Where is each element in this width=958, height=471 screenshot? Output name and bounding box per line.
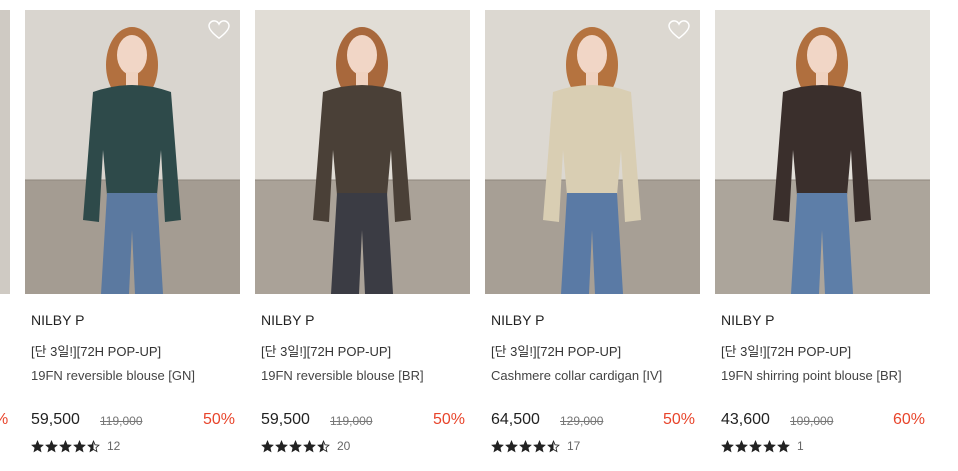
rating-stars: 12 (31, 439, 120, 453)
star-icon (777, 439, 790, 452)
sale-price: 59,500 (261, 411, 310, 428)
product-image[interactable] (715, 10, 930, 294)
star-icon (735, 439, 748, 452)
star-icon (59, 439, 72, 452)
product-brand[interactable]: NILBY P (721, 312, 774, 328)
original-price: 119,000 (330, 414, 373, 428)
rating-stars: 17 (491, 439, 580, 453)
original-price: 109,000 (790, 414, 834, 428)
discount-percent: 50% (662, 411, 695, 428)
product-name[interactable]: Cashmere collar cardigan [IV] (491, 368, 662, 383)
product-brand[interactable]: NILBY P (261, 312, 314, 328)
product-promo-tag: [단 3일!][72H POP-UP] (261, 344, 392, 359)
star-icon (303, 439, 316, 452)
sale-price: 64,500 (491, 411, 540, 428)
star-icon (275, 439, 288, 452)
product-name[interactable]: 19FN reversible blouse [GN] (31, 368, 195, 383)
star-icon (31, 439, 44, 452)
product-name[interactable]: 19FN reversible blouse [BR] (261, 368, 424, 383)
product-promo-tag: [단 3일!][72H POP-UP] (491, 344, 622, 359)
original-price: 119,000 (100, 414, 143, 428)
star-icon (317, 439, 330, 452)
star-icon (45, 439, 58, 452)
rating-stars: 1 (721, 439, 804, 453)
product-card[interactable]: NILBY P [단 3일!][72H POP-UP] Cashmere colla… (485, 0, 700, 471)
product-image[interactable] (255, 10, 470, 294)
wishlist-heart-icon[interactable] (208, 20, 230, 40)
star-icon (519, 439, 532, 452)
product-brand[interactable]: NILBY P (31, 312, 84, 328)
product-promo-tag: [단 3일!][72H POP-UP] (721, 344, 852, 359)
product-promo-tag: [단 3일!][72H POP-UP] (31, 344, 162, 359)
star-icon (505, 439, 518, 452)
product-card[interactable]: NILBY P [단 3일!][72H POP-UP] 19FN reversibl… (255, 0, 470, 471)
star-icon (87, 439, 100, 452)
product-card[interactable]: NILBY P [단 3일!][72H POP-UP] 19FN reversibl… (25, 0, 240, 471)
star-icon (73, 439, 86, 452)
product-brand[interactable]: NILBY P (491, 312, 544, 328)
review-count: 1 (797, 439, 804, 453)
discount-percent: 50% (202, 411, 235, 428)
rating-stars: 20 (261, 439, 350, 453)
product-image[interactable] (25, 10, 240, 294)
star-icon (289, 439, 302, 452)
star-icon (533, 439, 546, 452)
review-count: 20 (337, 439, 351, 453)
star-icon (749, 439, 762, 452)
product-card[interactable]: NILBY P [단 3일!][72H POP-UP] 19FN shirring … (715, 0, 930, 471)
star-icon (721, 439, 734, 452)
product-name[interactable]: 19FN shirring point blouse [BR] (721, 368, 902, 383)
product-image[interactable] (485, 10, 700, 294)
star-icon (547, 439, 560, 452)
wishlist-heart-icon[interactable] (668, 20, 690, 40)
discount-percent: 60% (892, 411, 925, 428)
sale-price: 43,600 (721, 411, 770, 428)
discount-percent: 50% (432, 411, 465, 428)
sale-price: 59,500 (31, 411, 80, 428)
previous-product-discount: % (0, 411, 8, 429)
review-count: 12 (107, 439, 121, 453)
previous-product-image-edge[interactable] (0, 10, 10, 294)
star-icon (491, 439, 504, 452)
review-count: 17 (567, 439, 581, 453)
star-icon (261, 439, 274, 452)
star-icon (763, 439, 776, 452)
original-price: 129,000 (560, 414, 604, 428)
